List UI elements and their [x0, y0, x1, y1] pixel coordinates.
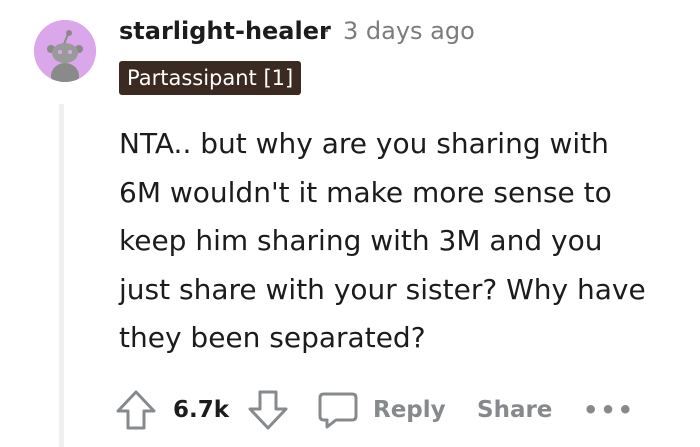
- reply-label: Reply: [373, 397, 446, 423]
- comment-line: they been separated?: [119, 321, 426, 354]
- comment-line: 6M wouldn't it make more sense to: [119, 175, 612, 209]
- thread-line[interactable]: [59, 104, 64, 447]
- speech-bubble-icon: [318, 392, 358, 429]
- reply-button[interactable]: Reply: [315, 385, 446, 435]
- comment: starlight-healer · 3 days ago Partassipa…: [0, 0, 700, 447]
- comment-line: keep him sharing with 3M and you: [119, 224, 603, 257]
- comment-line: just share with your sister? Why have: [119, 272, 646, 306]
- meta-separator: ·: [323, 17, 331, 45]
- comment-action-bar: 6.7k Reply Share •••: [113, 385, 673, 435]
- comment-line: NTA.. but why are you sharing with: [119, 127, 609, 160]
- upvote-arrow-icon: [116, 390, 156, 430]
- upvote-button[interactable]: [113, 385, 159, 435]
- vote-score: 6.7k: [173, 397, 230, 423]
- snoo-avatar-icon: [34, 20, 96, 82]
- timestamp[interactable]: 3 days ago: [343, 14, 475, 48]
- username[interactable]: starlight-healer: [119, 14, 331, 48]
- more-options-button[interactable]: •••: [583, 385, 635, 435]
- user-avatar[interactable]: [34, 20, 96, 82]
- user-flair: Partassipant [1]: [119, 61, 302, 95]
- comment-body: NTA.. but why are you sharing with 6M wo…: [119, 120, 694, 363]
- downvote-button[interactable]: [245, 385, 291, 435]
- share-button[interactable]: Share: [477, 385, 552, 435]
- downvote-arrow-icon: [248, 390, 288, 430]
